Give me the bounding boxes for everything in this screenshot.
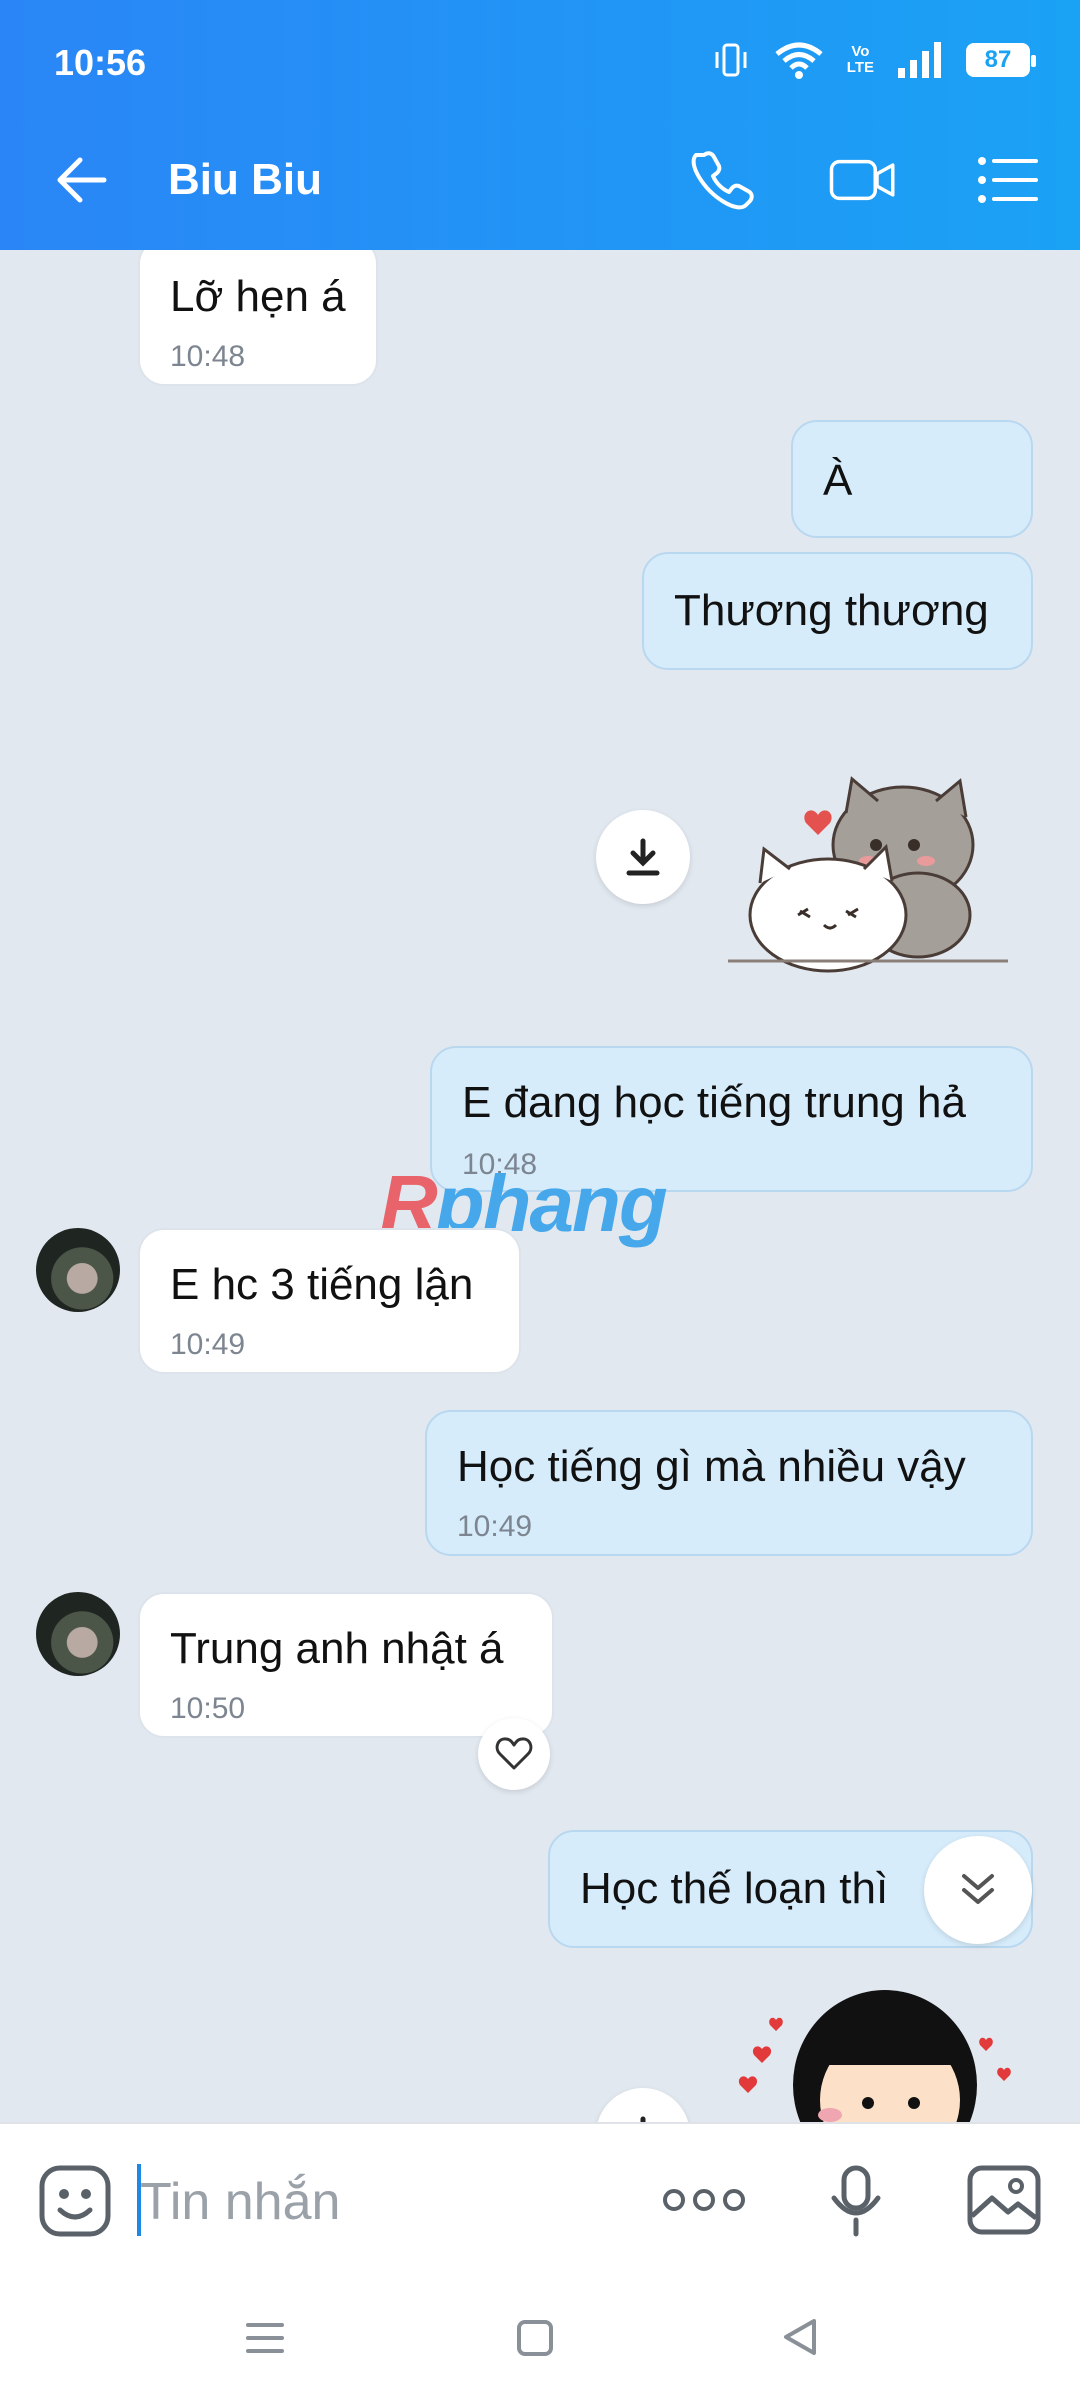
- message-text: Học tiếng gì mà nhiều vậy: [457, 1442, 966, 1491]
- scroll-to-bottom-button[interactable]: [924, 1836, 1032, 1944]
- message-bubble[interactable]: E hc 3 tiếng lận 10:49: [138, 1228, 521, 1374]
- heart-icon: [495, 1737, 533, 1770]
- message-bubble[interactable]: Trung anh nhật á 10:50: [138, 1592, 554, 1738]
- download-icon: [626, 838, 660, 876]
- battery-indicator: 87: [966, 43, 1036, 77]
- app-header: 10:56 Vo LTE 87 Biu Biu: [0, 0, 1080, 250]
- status-icons: Vo LTE 87: [711, 40, 1036, 80]
- message-time: 10:50: [170, 1692, 246, 1725]
- image-gallery-icon[interactable]: [966, 2164, 1042, 2236]
- message-text: E hc 3 tiếng lận: [170, 1260, 474, 1309]
- cat-sticker[interactable]: [728, 765, 1018, 975]
- volte-top-label: Vo: [851, 43, 870, 60]
- more-options-icon[interactable]: [662, 2180, 746, 2220]
- girl-sticker[interactable]: [710, 1985, 1030, 2122]
- reaction-button[interactable]: [478, 1718, 550, 1790]
- contact-avatar[interactable]: [36, 1228, 120, 1312]
- message-bubble[interactable]: Học tiếng gì mà nhiều vậy 10:49: [425, 1410, 1033, 1556]
- message-text: Lỡ hẹn á: [170, 272, 346, 321]
- microphone-icon[interactable]: [826, 2164, 886, 2240]
- wifi-icon: [775, 42, 823, 79]
- emoji-sticker-icon[interactable]: [38, 2164, 112, 2238]
- home-icon[interactable]: [514, 2317, 556, 2359]
- back-arrow-icon[interactable]: [52, 150, 112, 210]
- back-nav-icon[interactable]: [778, 2315, 822, 2359]
- system-nav-bar: [0, 2277, 1080, 2400]
- message-text: À: [823, 456, 853, 505]
- message-text: Học thế loạn thì: [580, 1864, 889, 1913]
- chat-title[interactable]: Biu Biu: [168, 155, 322, 205]
- composer-bar: Tin nhắn: [0, 2122, 1080, 2277]
- message-time: 10:49: [170, 1328, 246, 1361]
- phone-icon[interactable]: [688, 145, 758, 215]
- download-button[interactable]: [596, 810, 690, 904]
- recent-apps-icon[interactable]: [244, 2317, 286, 2359]
- message-bubble[interactable]: À: [791, 420, 1033, 538]
- message-bubble[interactable]: Thương thương: [642, 552, 1033, 670]
- message-input[interactable]: Tin nhắn: [140, 2172, 340, 2232]
- message-time: 10:48: [170, 340, 246, 373]
- contact-avatar[interactable]: [36, 1592, 120, 1676]
- volte-bottom-label: LTE: [846, 59, 874, 76]
- message-text: E đang học tiếng trung hả: [462, 1078, 966, 1127]
- double-chevron-down-icon: [962, 1874, 994, 1904]
- status-time: 10:56: [54, 42, 147, 83]
- vibrate-icon: [715, 43, 747, 77]
- message-time: 10:49: [457, 1510, 533, 1543]
- volte-indicator: Vo LTE: [847, 44, 874, 76]
- menu-list-icon[interactable]: [972, 145, 1042, 215]
- signal-icon: [898, 42, 941, 78]
- message-text: Trung anh nhật á: [170, 1624, 504, 1673]
- message-bubble[interactable]: Lỡ hẹn á 10:48: [138, 238, 378, 386]
- message-text: Thương thương: [674, 586, 989, 635]
- video-call-icon[interactable]: [828, 145, 898, 215]
